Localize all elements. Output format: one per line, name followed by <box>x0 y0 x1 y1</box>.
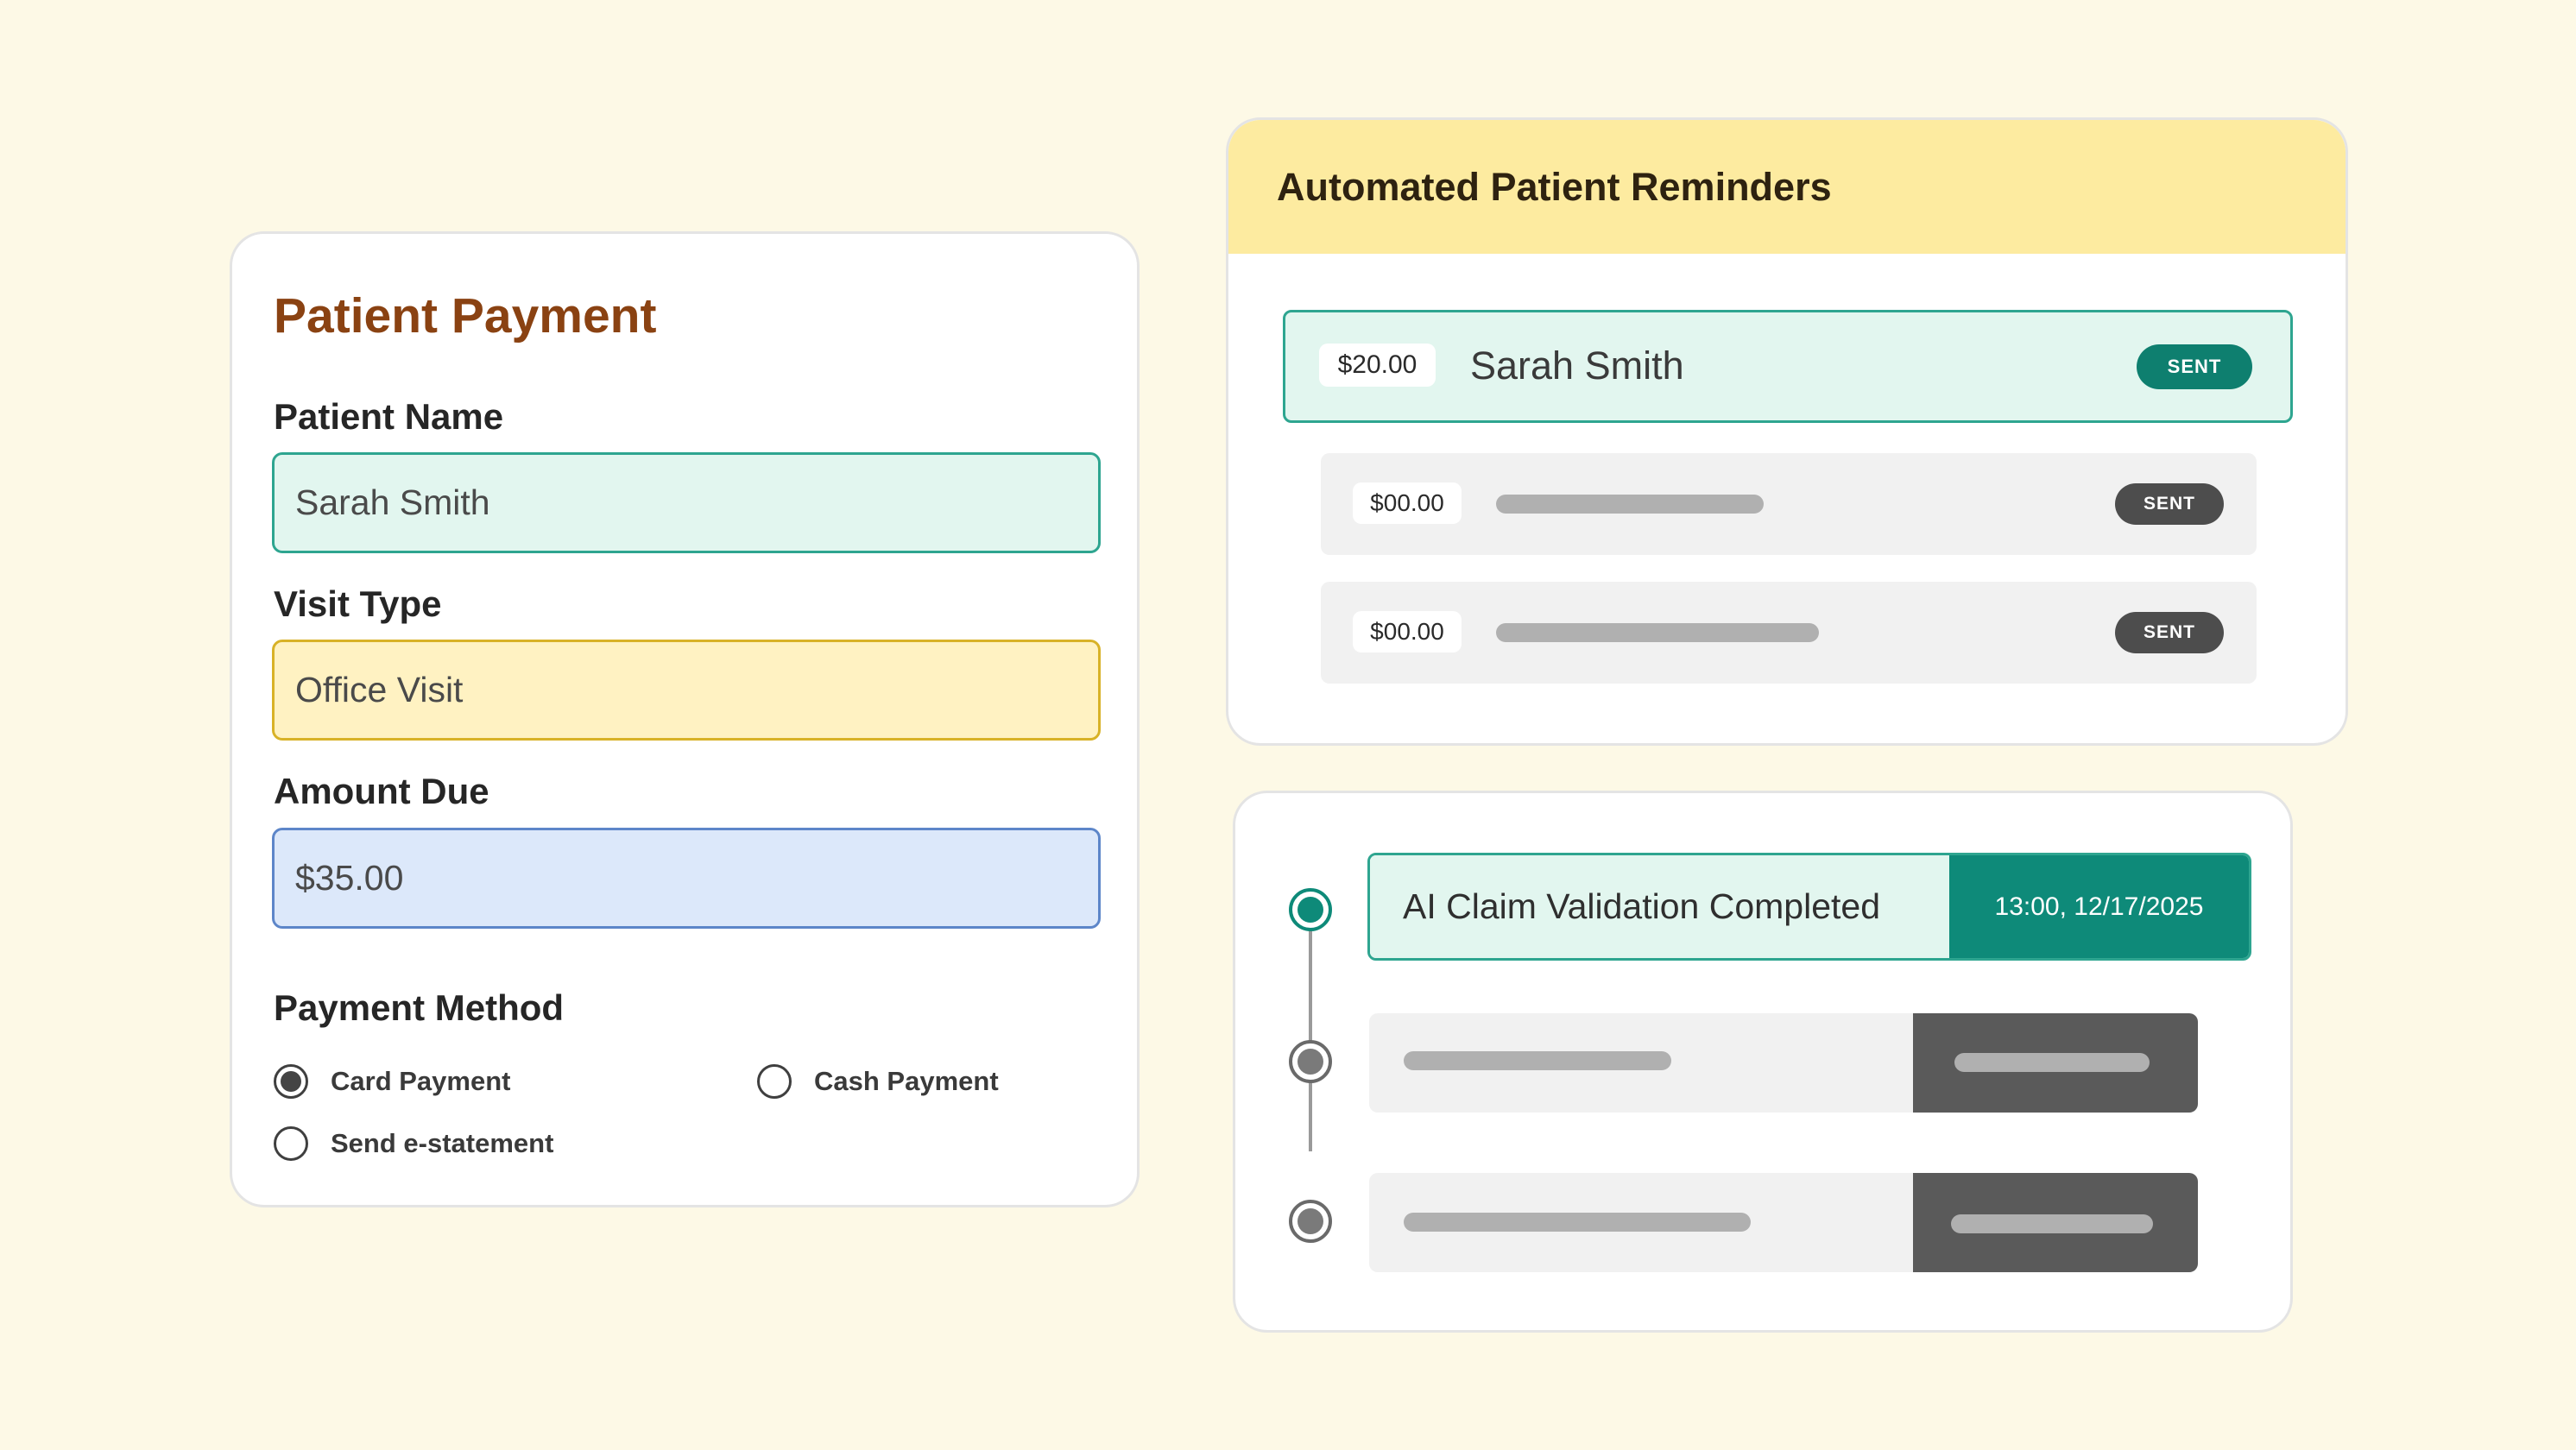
radio-cash-payment[interactable]: Cash Payment <box>757 1064 999 1099</box>
timeline-event-label: AI Claim Validation Completed <box>1370 855 1949 958</box>
reminders-card: Automated Patient Reminders $20.00 Sarah… <box>1226 117 2348 746</box>
radio-unchecked-icon <box>274 1126 308 1161</box>
reminder-patient-name: Sarah Smith <box>1470 344 1684 388</box>
visit-type-field[interactable]: Office Visit <box>272 640 1101 741</box>
patient-name-label: Patient Name <box>274 396 504 437</box>
visit-type-value: Office Visit <box>295 670 464 709</box>
reminder-row[interactable]: $20.00 Sarah Smith SENT <box>1283 310 2293 423</box>
placeholder-bar <box>1954 1053 2150 1072</box>
radio-send-estatement-label: Send e-statement <box>331 1128 554 1158</box>
radio-unchecked-icon <box>757 1064 792 1099</box>
reminder-row[interactable]: $00.00 SENT <box>1321 453 2257 555</box>
radio-card-payment[interactable]: Card Payment <box>274 1064 510 1099</box>
reminder-amount: $20.00 <box>1319 344 1436 387</box>
timeline-event-timestamp: 13:00, 12/17/2025 <box>1949 855 2249 958</box>
timeline-connector <box>1309 910 1312 1151</box>
patient-name-field[interactable]: Sarah Smith <box>272 452 1101 553</box>
reminders-title: Automated Patient Reminders <box>1277 165 1832 209</box>
radio-card-payment-label: Card Payment <box>331 1066 511 1096</box>
placeholder-label-area <box>1369 1013 1913 1113</box>
reminder-amount: $00.00 <box>1353 611 1462 652</box>
placeholder-bar <box>1404 1051 1671 1070</box>
radio-cash-payment-label: Cash Payment <box>814 1066 999 1096</box>
placeholder-bar <box>1404 1213 1751 1232</box>
timeline-event[interactable]: AI Claim Validation Completed 13:00, 12/… <box>1367 853 2251 961</box>
placeholder-label-area <box>1369 1173 1913 1272</box>
timeline-event-placeholder[interactable] <box>1369 1013 2198 1113</box>
placeholder-bar <box>1496 623 1819 642</box>
timeline-node-icon <box>1289 1200 1332 1243</box>
amount-due-value: $35.00 <box>295 858 404 898</box>
reminders-header: Automated Patient Reminders <box>1228 120 2346 254</box>
reminder-amount: $00.00 <box>1353 482 1462 524</box>
payment-method-label: Payment Method <box>274 987 565 1028</box>
amount-due-label: Amount Due <box>274 771 489 811</box>
radio-send-estatement[interactable]: Send e-statement <box>274 1126 553 1161</box>
timeline-node-active-icon <box>1289 888 1332 931</box>
radio-checked-icon <box>274 1064 308 1099</box>
placeholder-timestamp-area <box>1913 1013 2198 1113</box>
claim-timeline-card: AI Claim Validation Completed 13:00, 12/… <box>1233 791 2293 1333</box>
sent-badge: SENT <box>2137 344 2252 389</box>
patient-payment-card: Patient Payment Patient Name Sarah Smith… <box>230 231 1140 1207</box>
sent-badge: SENT <box>2115 483 2224 525</box>
visit-type-label: Visit Type <box>274 583 442 624</box>
placeholder-bar <box>1496 495 1764 514</box>
patient-name-value: Sarah Smith <box>295 482 490 522</box>
timeline-event-placeholder[interactable] <box>1369 1173 2198 1272</box>
amount-due-field[interactable]: $35.00 <box>272 828 1101 929</box>
placeholder-bar <box>1951 1214 2153 1233</box>
sent-badge: SENT <box>2115 612 2224 653</box>
placeholder-timestamp-area <box>1913 1173 2198 1272</box>
reminder-row[interactable]: $00.00 SENT <box>1321 582 2257 684</box>
payment-title: Patient Payment <box>274 288 657 344</box>
timeline-node-icon <box>1289 1040 1332 1083</box>
